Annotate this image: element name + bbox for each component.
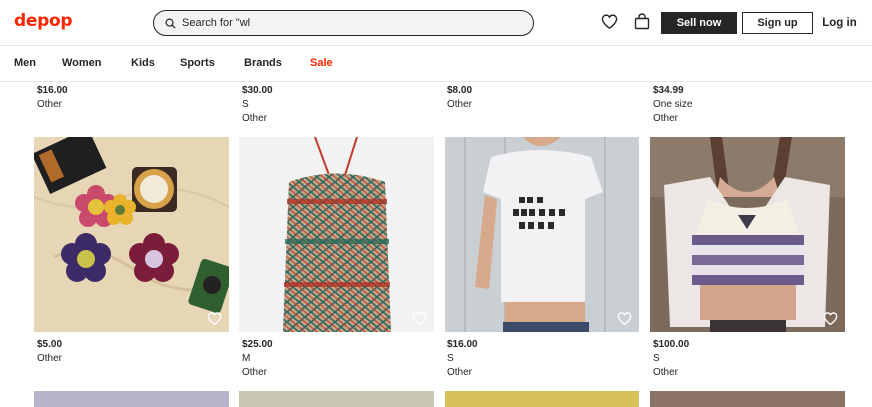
heart-icon[interactable] <box>617 312 632 325</box>
sign-up-button[interactable]: Sign up <box>742 12 813 34</box>
listing-size: S <box>447 353 454 364</box>
listing-price: $5.00 <box>37 339 63 350</box>
nav-kids[interactable]: Kids <box>131 57 155 69</box>
depop-logo[interactable]: depop <box>14 11 73 31</box>
listing-meta: $5.00 Other <box>37 338 62 366</box>
product-card-5[interactable] <box>34 391 229 407</box>
listing-price: $34.99 <box>653 85 684 96</box>
product-card-7[interactable] <box>445 391 639 407</box>
listing-brand: Other <box>653 113 679 124</box>
listing-brand: Other <box>447 99 473 110</box>
listing-brand: Other <box>242 367 268 378</box>
search-icon <box>165 18 176 29</box>
product-image-crochet-coasters <box>34 137 229 332</box>
bag-icon[interactable] <box>634 13 650 30</box>
search-bar[interactable] <box>153 10 534 36</box>
listing-size: S <box>242 99 249 110</box>
listing-brand: Other <box>37 99 63 110</box>
listing-meta: $16.00 Other <box>37 84 68 112</box>
listing-meta: $16.00 S Other <box>447 338 478 380</box>
listing-price: $25.00 <box>242 339 273 350</box>
heart-icon[interactable] <box>412 312 427 325</box>
site-header: depop Sell now Sign up Log in <box>0 0 872 45</box>
listing-price: $100.00 <box>653 339 690 350</box>
listing-meta: $30.00 S Other <box>242 84 273 126</box>
listing-size: One size <box>653 99 693 110</box>
listing-price: $8.00 <box>447 85 473 96</box>
listing-price: $16.00 <box>447 339 478 350</box>
log-in-button[interactable]: Log in <box>817 12 862 34</box>
listing-meta: $34.99 One size Other <box>653 84 692 126</box>
heart-icon[interactable] <box>601 14 618 29</box>
product-image-graphic-baby-tee <box>445 137 639 332</box>
listing-size: M <box>242 353 251 364</box>
product-image-knit-cardigan <box>650 137 845 332</box>
search-input[interactable] <box>182 17 502 29</box>
listing-price: $16.00 <box>37 85 68 96</box>
listing-brand: Other <box>37 353 63 364</box>
nav-sports[interactable]: Sports <box>180 57 215 69</box>
listing-brand: Other <box>242 113 268 124</box>
listing-meta: $8.00 Other <box>447 84 472 112</box>
nav-brands[interactable]: Brands <box>244 57 282 69</box>
product-card-4[interactable] <box>650 137 845 332</box>
listing-brand: Other <box>653 367 679 378</box>
heart-icon[interactable] <box>823 312 838 325</box>
product-card-6[interactable] <box>239 391 434 407</box>
nav-women[interactable]: Women <box>62 57 102 69</box>
listing-brand: Other <box>447 367 473 378</box>
product-card-3[interactable] <box>445 137 639 332</box>
nav-men[interactable]: Men <box>14 57 36 69</box>
nav-sale[interactable]: Sale <box>310 57 333 69</box>
listing-meta: $100.00 S Other <box>653 338 689 380</box>
sell-now-button[interactable]: Sell now <box>661 12 737 34</box>
category-nav: Men Women Kids Sports Brands Sale <box>0 45 872 82</box>
heart-icon[interactable] <box>207 312 222 325</box>
listing-price: $30.00 <box>242 85 273 96</box>
product-card-1[interactable] <box>34 137 229 332</box>
listing-meta: $25.00 M Other <box>242 338 273 380</box>
listing-size: S <box>653 353 660 364</box>
product-card-2[interactable] <box>239 137 434 332</box>
product-image-crochet-halter-top <box>239 137 434 332</box>
product-card-8[interactable] <box>650 391 845 407</box>
